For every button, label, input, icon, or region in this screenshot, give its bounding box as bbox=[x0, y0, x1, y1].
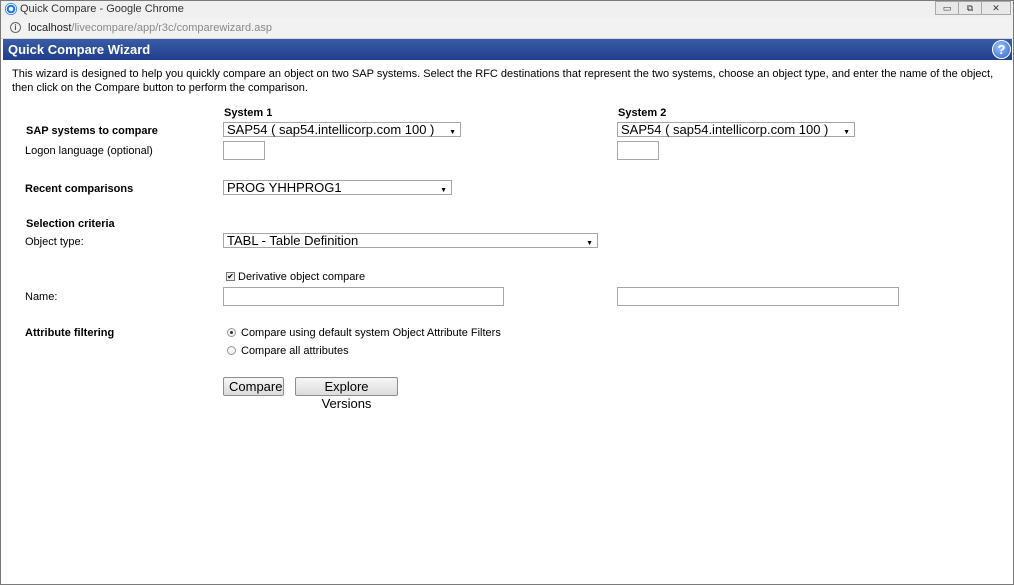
object-type-value: TABL - Table Definition bbox=[227, 233, 359, 248]
derivative-checkbox[interactable]: ✔ bbox=[226, 272, 235, 281]
checkmark-icon: ✔ bbox=[227, 272, 234, 281]
system2-heading: System 2 bbox=[618, 107, 667, 119]
url-path: /livecompare/app/r3c/comparewizard.asp bbox=[71, 22, 272, 34]
window-title: Quick Compare - Google Chrome bbox=[20, 3, 184, 15]
name-2-input[interactable] bbox=[617, 287, 899, 306]
recent-comparisons-value: PROG YHHPROG1 bbox=[227, 180, 342, 195]
minimize-button[interactable]: ▭ bbox=[935, 1, 959, 15]
logon-language-1-input[interactable] bbox=[223, 141, 265, 160]
page-title: Quick Compare Wizard bbox=[8, 42, 151, 57]
url-text[interactable]: localhost/livecompare/app/r3c/comparewiz… bbox=[28, 22, 272, 34]
radio-all-attributes[interactable] bbox=[227, 346, 236, 355]
recent-comparisons-select[interactable]: PROG YHHPROG1 ▼ bbox=[223, 180, 452, 195]
close-icon: ✕ bbox=[992, 2, 1000, 13]
restore-button[interactable]: ⧉ bbox=[958, 1, 982, 15]
all-attributes-label[interactable]: Compare all attributes bbox=[241, 345, 349, 357]
intro-text: This wizard is designed to help you quic… bbox=[12, 68, 994, 94]
chrome-icon bbox=[5, 3, 17, 15]
compare-button[interactable]: Compare bbox=[223, 377, 284, 396]
derivative-label[interactable]: Derivative object compare bbox=[238, 271, 365, 283]
object-type-label: Object type: bbox=[25, 236, 84, 248]
system2-select[interactable]: SAP54 ( sap54.intellicorp.com 100 ) ▼ bbox=[617, 122, 855, 137]
chevron-down-icon: ▼ bbox=[449, 129, 456, 136]
selection-criteria-label: Selection criteria bbox=[26, 218, 115, 230]
chevron-down-icon: ▼ bbox=[586, 240, 593, 247]
restore-icon: ⧉ bbox=[966, 2, 974, 13]
name-1-input[interactable] bbox=[223, 287, 504, 306]
recent-comparisons-label: Recent comparisons bbox=[25, 183, 134, 195]
minimize-icon: ▭ bbox=[942, 2, 952, 13]
address-bar[interactable]: i localhost/livecompare/app/r3c/comparew… bbox=[1, 18, 1013, 39]
sap-systems-label: SAP systems to compare bbox=[26, 125, 158, 137]
system1-select[interactable]: SAP54 ( sap54.intellicorp.com 100 ) ▼ bbox=[223, 122, 461, 137]
logon-language-label: Logon language (optional) bbox=[25, 145, 153, 157]
info-icon[interactable]: i bbox=[10, 22, 21, 33]
attribute-filtering-label: Attribute filtering bbox=[25, 327, 115, 339]
wizard-header: Quick Compare Wizard ? bbox=[3, 39, 1012, 60]
chevron-down-icon: ▼ bbox=[843, 129, 850, 136]
radio-default-filters[interactable] bbox=[227, 328, 236, 337]
system1-select-value: SAP54 ( sap54.intellicorp.com 100 ) bbox=[227, 122, 435, 137]
close-button[interactable]: ✕ bbox=[981, 1, 1011, 15]
logon-language-2-input[interactable] bbox=[617, 141, 659, 160]
default-filters-label[interactable]: Compare using default system Object Attr… bbox=[241, 327, 501, 339]
name-label: Name: bbox=[25, 291, 58, 303]
object-type-select[interactable]: TABL - Table Definition ▼ bbox=[223, 233, 598, 248]
url-host: localhost bbox=[28, 22, 72, 34]
title-bar: Quick Compare - Google Chrome ▭ ⧉ ✕ bbox=[1, 1, 1013, 18]
system2-select-value: SAP54 ( sap54.intellicorp.com 100 ) bbox=[621, 122, 829, 137]
chevron-down-icon: ▼ bbox=[440, 187, 447, 194]
window-controls: ▭ ⧉ ✕ bbox=[935, 1, 1011, 15]
explore-versions-button[interactable]: Explore Versions bbox=[295, 377, 398, 411]
system1-heading: System 1 bbox=[224, 107, 273, 119]
help-icon[interactable]: ? bbox=[992, 40, 1011, 59]
